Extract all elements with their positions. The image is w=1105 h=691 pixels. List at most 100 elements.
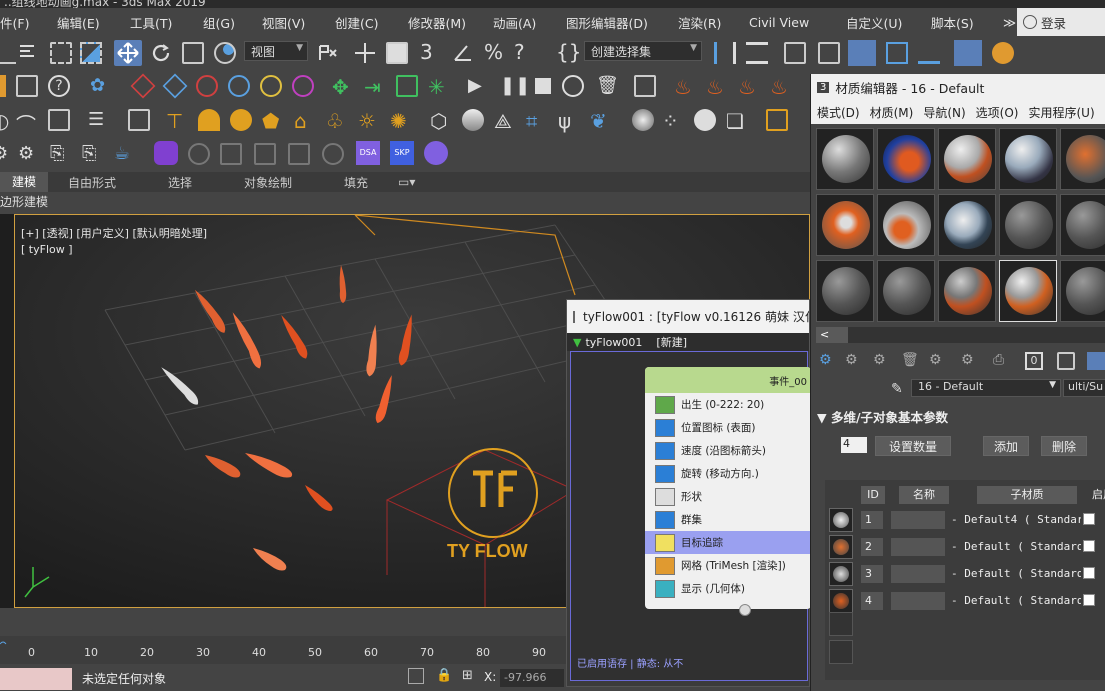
submaterial-preview[interactable] <box>829 589 853 613</box>
event-node[interactable]: 事件_00 出生 (0-222: 20) 位置图标 (表面) 速度 (沿图标箭头) 旋… <box>645 367 811 609</box>
material-sample-slot[interactable] <box>999 260 1057 322</box>
grid-blue-icon[interactable]: ⌗ <box>526 109 548 133</box>
grid-green-icon[interactable] <box>396 75 418 97</box>
reference-coord-dropdown[interactable]: 视图 ▼ <box>244 41 308 61</box>
mirror-icon[interactable] <box>714 42 736 64</box>
submaterial-enable-checkbox[interactable] <box>1083 567 1095 579</box>
crosshair-icon[interactable] <box>354 42 376 64</box>
ball-icon[interactable] <box>230 109 252 131</box>
material-sample-slot[interactable] <box>999 128 1057 190</box>
undo-icon[interactable] <box>0 42 16 64</box>
menu-more[interactable]: ≫ <box>1003 15 1016 30</box>
menu-rendering[interactable]: 渲染(R) <box>678 13 721 32</box>
sphere-white-icon[interactable] <box>632 109 654 131</box>
menu-navigation[interactable]: 导航(N) <box>923 104 965 121</box>
show-map-icon[interactable] <box>1057 352 1075 370</box>
col-enable[interactable]: 启用 <box>1083 486 1105 504</box>
pause-icon[interactable]: ❚❚ <box>500 75 530 97</box>
maxscript-listener[interactable] <box>0 668 72 690</box>
output-socket[interactable] <box>739 604 751 616</box>
delete-icon[interactable]: 🗑 <box>901 352 919 370</box>
flame-icon[interactable]: ♨ <box>770 75 792 99</box>
lines-icon[interactable]: ☰ <box>88 109 110 131</box>
show-end-icon[interactable] <box>1087 352 1105 370</box>
chain-icon[interactable]: ⚙ <box>0 143 14 165</box>
rotate-icon[interactable] <box>150 42 172 64</box>
p-icon[interactable] <box>154 141 178 165</box>
menu-tools[interactable]: 工具(T) <box>130 13 172 32</box>
operator-row[interactable]: 旋转 (移动方向.) <box>645 462 811 485</box>
menu-group[interactable]: 组(G) <box>203 13 235 32</box>
curve-editor-icon[interactable] <box>886 42 908 64</box>
lock-icon[interactable]: 🔒 <box>436 668 452 683</box>
menu-file[interactable]: 件(F) <box>0 13 29 32</box>
ribbon-options-icon[interactable]: ▭▾ <box>398 175 415 189</box>
menu-create[interactable]: 创建(C) <box>335 13 378 32</box>
make-unique-icon[interactable]: ⚙ <box>929 352 947 370</box>
mirror-box-icon[interactable] <box>766 109 788 131</box>
tyflow-canvas[interactable]: 事件_00 出生 (0-222: 20) 位置图标 (表面) 速度 (沿图标箭头) 旋… <box>570 351 811 681</box>
play-icon[interactable]: ▶ <box>468 75 490 97</box>
menu-customize[interactable]: 自定义(U) <box>846 13 902 32</box>
menu-civil-view[interactable]: Civil View <box>749 15 809 30</box>
delete-button[interactable]: 删除 <box>1041 436 1087 456</box>
paint-icon[interactable] <box>694 109 716 131</box>
submaterial-button[interactable]: - Default ( Standard <box>951 565 1081 583</box>
material-sample-slot[interactable] <box>1060 128 1105 190</box>
submaterial-preview[interactable] <box>829 508 853 532</box>
ribbon-tab-selection[interactable]: 选择 <box>168 174 192 191</box>
reset-map-icon[interactable]: ⚙ <box>873 352 891 370</box>
snap-3d-icon[interactable]: 3 <box>420 40 442 64</box>
window-crossing-icon[interactable] <box>80 42 102 64</box>
material-sample-slot[interactable] <box>1060 260 1105 322</box>
cube-blue-icon[interactable] <box>162 73 188 99</box>
bulb-icon[interactable] <box>0 75 6 97</box>
submaterial-button[interactable]: - Default ( Standard <box>951 592 1081 610</box>
viewport-label[interactable]: [+] [透视] [用户定义] [默认明暗处理] <box>21 225 207 241</box>
material-sample-slot[interactable] <box>938 128 996 190</box>
menu-material[interactable]: 材质(M) <box>870 104 914 121</box>
render-setup-icon[interactable] <box>992 42 1014 64</box>
keyboard-shortcut-icon[interactable] <box>386 42 408 64</box>
operator-row[interactable]: 速度 (沿图标箭头) <box>645 439 811 462</box>
scene-explorer-icon[interactable] <box>784 42 806 64</box>
menu-modifiers[interactable]: 修改器(M) <box>408 13 466 32</box>
rect-select-icon[interactable] <box>50 42 72 64</box>
submaterial-name-field[interactable] <box>891 565 945 583</box>
material-sample-slot[interactable] <box>816 260 874 322</box>
skp-icon[interactable]: SKP <box>390 141 414 165</box>
spinner-snap-icon[interactable]: ? <box>514 40 536 64</box>
submaterial-row[interactable]: 3 - Default ( Standard <box>825 562 1105 586</box>
video-icon[interactable] <box>220 143 242 165</box>
material-sample-slot[interactable] <box>1060 194 1105 256</box>
submaterial-button[interactable]: - Default4 ( Standar <box>951 511 1081 529</box>
ribbon-tab-modeling[interactable]: 建模 <box>0 172 48 192</box>
mushroom-icon[interactable]: ⌂ <box>294 109 316 133</box>
dots-icon[interactable]: ⁘ <box>662 109 684 133</box>
operator-row[interactable]: 群集 <box>645 508 811 531</box>
table-icon[interactable]: ⊤ <box>166 109 188 133</box>
ribbon-tab-populate[interactable]: 填充 <box>344 174 368 191</box>
material-sample-slot[interactable] <box>938 260 996 322</box>
submaterial-row[interactable]: 2 - Default ( Standard <box>825 535 1105 559</box>
operator-row[interactable]: 目标追踪 <box>645 531 811 554</box>
burst-green-icon[interactable]: ✳ <box>428 75 450 99</box>
material-sample-slot[interactable] <box>999 194 1057 256</box>
event-node-header[interactable]: 事件_00 <box>645 367 811 393</box>
menu-views[interactable]: 视图(V) <box>262 13 305 32</box>
sphere-purple-icon[interactable] <box>292 75 314 97</box>
select-list-icon[interactable] <box>18 42 40 64</box>
cube-outline-icon[interactable]: ⬡ <box>430 109 452 133</box>
submaterial-row[interactable]: 4 - Default ( Standard <box>825 589 1105 613</box>
submaterial-id[interactable]: 4 <box>861 592 883 610</box>
menu-graph-editors[interactable]: 图形编辑器(D) <box>566 13 648 32</box>
operator-row[interactable]: 形状 <box>645 485 811 508</box>
sphere-yellow-icon[interactable] <box>260 75 282 97</box>
set-number-button[interactable]: 设置数量 <box>875 436 951 456</box>
material-sample-slot[interactable] <box>877 260 935 322</box>
flame-icon[interactable]: ♨ <box>706 75 728 99</box>
bell-icon[interactable]: ♧ <box>326 109 348 133</box>
help-icon[interactable]: ? <box>48 75 70 97</box>
operator-row[interactable]: 出生 (0-222: 20) <box>645 393 811 416</box>
spark-icon[interactable]: ✺ <box>390 109 412 133</box>
